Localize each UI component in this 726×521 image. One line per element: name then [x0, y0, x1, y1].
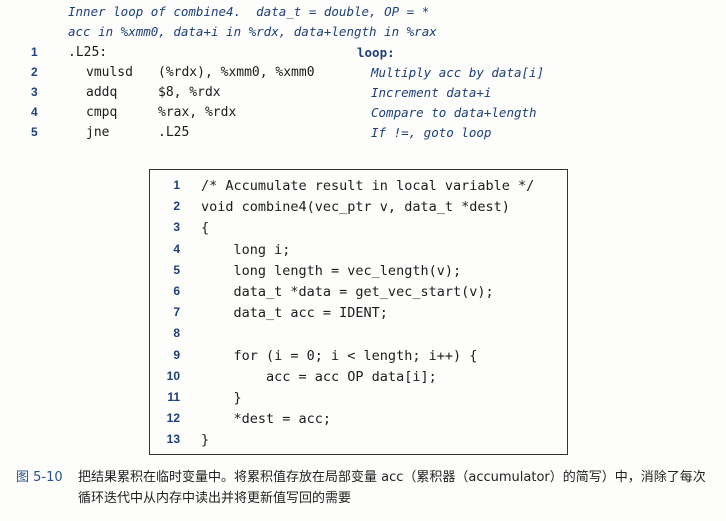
asm-line: 4 cmpq %rax, %rdx Compare to data+length	[0, 105, 726, 125]
code-line: 6 data_t *data = get_vec_start(v);	[150, 284, 567, 305]
code-text: acc = acc OP data[i];	[201, 368, 437, 385]
asm-operands: (%rdx), %xmm0, %xmm0	[158, 65, 315, 80]
asm-line-number: 1	[31, 45, 38, 59]
code-line: 4 long i;	[150, 242, 567, 263]
asm-annotation: Compare to data+length	[371, 105, 537, 120]
code-line-number: 6	[173, 284, 180, 298]
asm-annotation: If !=, goto loop	[371, 125, 492, 140]
code-text: void combine4(vec_ptr v, data_t *dest)	[201, 199, 510, 216]
code-text: data_t acc = IDENT;	[201, 305, 388, 322]
asm-line: 1 .L25: loop:	[0, 45, 726, 65]
code-line-number: 10	[166, 368, 180, 383]
asm-line-number: 2	[31, 65, 38, 79]
code-text: }	[201, 432, 210, 449]
code-line-number: 5	[173, 262, 180, 277]
code-text: *dest = acc;	[201, 411, 332, 428]
code-text: }	[201, 390, 242, 406]
asm-line: 3 addq $8, %rdx Increment data+i	[0, 85, 726, 105]
code-line: 12 *dest = acc;	[150, 411, 567, 432]
c-code-listing: 1 /* Accumulate result in local variable …	[149, 169, 568, 455]
code-line-number: 1	[173, 178, 180, 192]
asm-annotation: Increment data+i	[371, 85, 492, 100]
asm-comment-line-2: acc in %xmm0, data+i in %rdx, data+lengt…	[68, 24, 437, 39]
code-line: 11 }	[150, 390, 567, 411]
figure-label: 图 5-10	[16, 470, 63, 485]
code-line-number: 13	[166, 432, 180, 447]
code-line: 2 void combine4(vec_ptr v, data_t *dest)	[150, 199, 567, 220]
asm-operands: .L25	[158, 125, 190, 140]
code-text: long i;	[201, 241, 291, 258]
code-line: 1 /* Accumulate result in local variable …	[150, 178, 567, 199]
code-line: 10 acc = acc OP data[i];	[150, 369, 567, 390]
asm-annotation: Multiply acc by data[i]	[371, 65, 545, 80]
asm-comment-line-1: Inner loop of combine4. data_t = double,…	[68, 4, 430, 19]
code-text: data_t *data = get_vec_start(v);	[201, 284, 494, 300]
asm-operands: $8, %rdx	[158, 85, 221, 100]
code-line: 8	[150, 326, 567, 347]
asm-instruction: vmulsd	[86, 65, 133, 80]
asm-instruction: cmpq	[86, 105, 118, 120]
code-line-number: 2	[173, 199, 180, 214]
asm-instruction: jne	[86, 125, 110, 140]
caption-text: 把结果累积在临时变量中。将累积值存放在局部变量 acc（累积器（accumula…	[78, 470, 706, 506]
code-text: /* Accumulate result in local variable *…	[201, 178, 535, 194]
asm-instruction: addq	[86, 85, 118, 100]
asm-label: .L25:	[68, 45, 108, 60]
asm-line: 2 vmulsd (%rdx), %xmm0, %xmm0 Multiply acc …	[0, 65, 726, 85]
code-line: 3{	[150, 220, 567, 241]
code-line: 5 long length = vec_length(v);	[150, 263, 567, 284]
asm-line-number: 3	[31, 85, 38, 99]
asm-line: 5 jne .L25 If !=, goto loop	[0, 125, 726, 145]
code-text: {	[201, 220, 210, 237]
code-line: 7 data_t acc = IDENT;	[150, 305, 567, 326]
code-text: for (i = 0; i < length; i++) {	[201, 347, 478, 364]
code-line-number: 12	[166, 411, 180, 426]
code-line-number: 9	[173, 347, 180, 362]
asm-line-number: 5	[31, 125, 38, 139]
code-line-number: 4	[173, 241, 180, 256]
code-line: 13}	[150, 432, 567, 453]
code-line-number: 11	[167, 390, 180, 404]
asm-operands: %rax, %rdx	[158, 105, 237, 120]
code-line-number: 8	[173, 326, 180, 341]
code-text: long length = vec_length(v);	[201, 262, 462, 279]
code-line-number: 3	[173, 220, 180, 235]
code-line-number: 7	[173, 305, 180, 320]
code-line: 9 for (i = 0; i < length; i++) {	[150, 348, 567, 369]
asm-annotation: loop:	[357, 45, 395, 60]
asm-line-number: 4	[31, 105, 38, 119]
